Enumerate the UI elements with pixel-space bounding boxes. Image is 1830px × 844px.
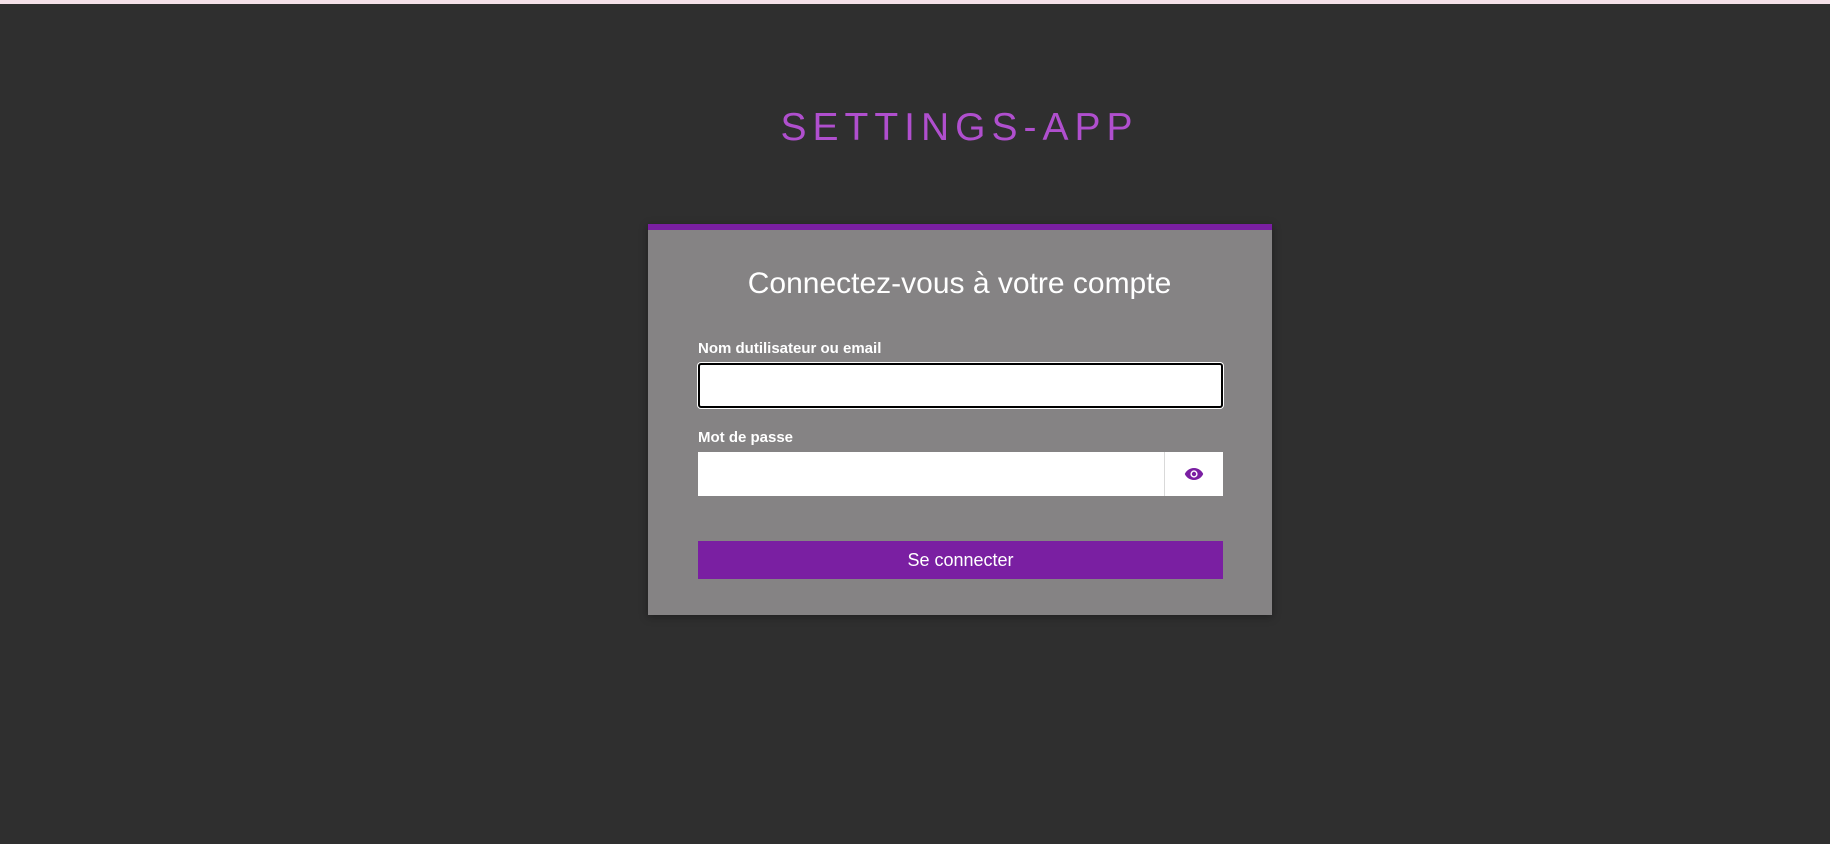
password-field-group <box>698 452 1223 496</box>
app-title: SETTINGS-APP <box>780 106 1139 149</box>
password-label: Mot de passe <box>698 429 794 446</box>
username-input[interactable] <box>698 363 1223 408</box>
top-strip <box>0 0 1830 4</box>
eye-icon <box>1184 468 1204 480</box>
show-password-toggle[interactable] <box>1164 452 1223 496</box>
username-label: Nom dutilisateur ou email <box>698 340 882 357</box>
password-input[interactable] <box>698 452 1164 496</box>
login-button[interactable]: Se connecter <box>698 541 1223 579</box>
login-heading: Connectez-vous à votre compte <box>747 267 1172 300</box>
card-accent-bar <box>648 224 1272 230</box>
